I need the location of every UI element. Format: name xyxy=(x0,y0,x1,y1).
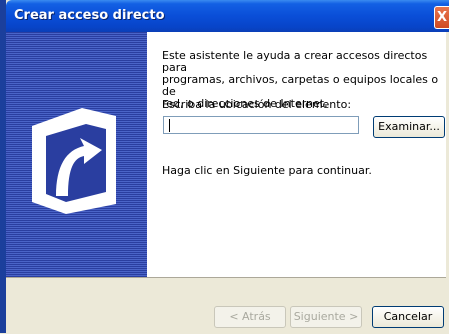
location-input[interactable] xyxy=(163,116,359,134)
next-button[interactable]: Siguiente > xyxy=(290,306,362,328)
window-title: Crear acceso directo xyxy=(14,8,165,23)
wizard-content: Este asistente le ayuda a crear accesos … xyxy=(147,32,446,277)
wizard-side-panel xyxy=(6,32,147,277)
browse-button[interactable]: Examinar... xyxy=(373,116,445,138)
location-label: Escriba la ubicación del elemento: xyxy=(162,98,352,111)
text-caret xyxy=(169,119,170,132)
wizard-footer: < Atrás Siguiente > Cancelar xyxy=(6,277,446,334)
title-bar[interactable]: Crear acceso directo X xyxy=(6,0,449,32)
wizard-body: Este asistente le ayuda a crear accesos … xyxy=(6,32,446,334)
cancel-button[interactable]: Cancelar xyxy=(372,306,444,328)
continue-instruction: Haga clic en Siguiente para continuar. xyxy=(162,164,372,177)
close-icon[interactable]: X xyxy=(434,6,449,29)
back-button[interactable]: < Atrás xyxy=(214,306,286,328)
page-inner-shape xyxy=(46,124,106,202)
shortcut-arrow-icon xyxy=(32,108,116,214)
